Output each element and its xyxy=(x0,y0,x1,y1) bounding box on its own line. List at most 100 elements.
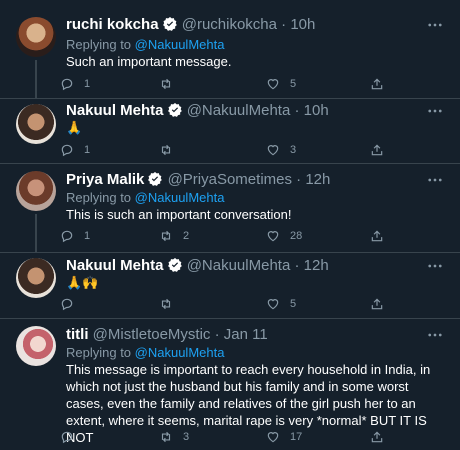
display-name[interactable]: titli xyxy=(66,326,89,343)
reply-button[interactable]: 1 xyxy=(60,226,90,246)
user-handle[interactable]: @MistletoeMystic xyxy=(93,326,211,343)
more-options-icon[interactable] xyxy=(426,16,444,34)
reply-icon xyxy=(61,230,73,243)
replying-label: Replying to xyxy=(66,190,135,205)
tweet-actions: 3 17 xyxy=(60,427,400,447)
retweet-icon xyxy=(161,298,171,310)
avatar[interactable] xyxy=(16,326,56,366)
retweet-button[interactable]: 2 xyxy=(159,226,189,246)
separator: · xyxy=(290,257,304,274)
divider xyxy=(0,318,460,319)
tweet-text: This is such an important conversation! xyxy=(66,207,292,222)
heart-icon xyxy=(267,299,279,310)
share-icon xyxy=(371,78,383,90)
avatar[interactable] xyxy=(16,104,56,144)
divider xyxy=(0,252,460,253)
retweet-button[interactable] xyxy=(159,294,183,314)
tweet-thread: ruchi kokcha @ruchikokcha · 10h Replying… xyxy=(0,0,460,450)
timestamp[interactable]: 10h xyxy=(304,102,329,119)
retweet-count: 2 xyxy=(183,230,190,242)
more-options-icon[interactable] xyxy=(426,171,444,189)
like-count: 5 xyxy=(290,298,297,310)
avatar[interactable] xyxy=(16,171,56,211)
tweet-header: ruchi kokcha @ruchikokcha · 10h xyxy=(66,16,315,37)
mention-link[interactable]: @NakuulMehta xyxy=(135,190,225,205)
timestamp[interactable]: Jan 11 xyxy=(224,326,268,343)
heart-icon xyxy=(267,145,279,156)
replying-to: Replying to @NakuulMehta xyxy=(66,37,224,53)
replying-label: Replying to xyxy=(66,37,135,52)
display-name[interactable]: Nakuul Mehta xyxy=(66,257,164,274)
heart-icon xyxy=(267,79,279,90)
more-options-icon[interactable] xyxy=(426,326,444,344)
mention-link[interactable]: @NakuulMehta xyxy=(135,37,225,52)
reply-icon xyxy=(61,78,73,91)
share-button[interactable] xyxy=(370,74,384,94)
heart-icon xyxy=(267,231,279,242)
share-icon xyxy=(371,230,383,242)
verified-badge-icon xyxy=(147,171,163,192)
tweet-actions: 1 2 28 xyxy=(60,226,400,246)
tweet-actions: 5 xyxy=(60,294,400,314)
reply-icon xyxy=(61,431,73,444)
tweet-header: Priya Malik @PriyaSometimes · 12h xyxy=(66,171,330,192)
replying-label: Replying to xyxy=(66,345,135,360)
retweet-icon xyxy=(161,144,171,156)
like-button[interactable]: 17 xyxy=(266,427,302,447)
retweet-icon xyxy=(161,78,171,90)
mention-link[interactable]: @NakuulMehta xyxy=(135,345,225,360)
replying-to: Replying to @NakuulMehta xyxy=(66,190,224,206)
tweet-text: 🙏🙌 xyxy=(66,275,99,290)
timestamp[interactable]: 10h xyxy=(290,16,315,33)
retweet-icon xyxy=(161,230,171,242)
divider xyxy=(0,98,460,99)
timestamp[interactable]: 12h xyxy=(304,257,329,274)
thread-connector xyxy=(35,60,37,98)
share-icon xyxy=(371,298,383,310)
retweet-count: 3 xyxy=(183,431,190,443)
reply-icon xyxy=(61,144,73,157)
verified-badge-icon xyxy=(162,16,178,37)
reply-button[interactable] xyxy=(60,427,84,447)
like-count: 5 xyxy=(290,78,297,90)
thread-connector xyxy=(35,214,37,252)
replying-to: Replying to @NakuulMehta xyxy=(66,345,224,361)
like-count: 17 xyxy=(290,431,303,443)
share-button[interactable] xyxy=(370,294,384,314)
share-button[interactable] xyxy=(370,140,384,160)
reply-count: 1 xyxy=(84,230,91,242)
reply-icon xyxy=(61,298,73,311)
retweet-button[interactable]: 3 xyxy=(159,427,189,447)
share-icon xyxy=(371,431,383,443)
separator: · xyxy=(210,326,224,343)
retweet-button[interactable] xyxy=(159,74,183,94)
retweet-button[interactable] xyxy=(159,140,183,160)
user-handle[interactable]: @ruchikokcha xyxy=(182,16,277,33)
user-handle[interactable]: @NakuulMehta xyxy=(187,102,291,119)
tweet-actions: 1 3 xyxy=(60,140,400,160)
user-handle[interactable]: @NakuulMehta xyxy=(187,257,291,274)
more-options-icon[interactable] xyxy=(426,102,444,120)
like-count: 3 xyxy=(290,144,297,156)
reply-button[interactable] xyxy=(60,294,84,314)
like-button[interactable]: 5 xyxy=(266,74,296,94)
share-button[interactable] xyxy=(370,226,384,246)
share-icon xyxy=(371,144,383,156)
display-name[interactable]: ruchi kokcha xyxy=(66,16,159,33)
reply-button[interactable]: 1 xyxy=(60,140,90,160)
display-name[interactable]: Priya Malik xyxy=(66,171,144,188)
user-handle[interactable]: @PriyaSometimes xyxy=(168,171,292,188)
more-options-icon[interactable] xyxy=(426,257,444,275)
like-button[interactable]: 28 xyxy=(266,226,302,246)
separator: · xyxy=(290,102,304,119)
like-button[interactable]: 5 xyxy=(266,294,296,314)
like-button[interactable]: 3 xyxy=(266,140,296,160)
separator: · xyxy=(277,16,291,33)
reply-button[interactable]: 1 xyxy=(60,74,90,94)
timestamp[interactable]: 12h xyxy=(305,171,330,188)
tweet-text: Such an important message. xyxy=(66,54,232,69)
avatar[interactable] xyxy=(16,17,56,57)
avatar[interactable] xyxy=(16,258,56,298)
display-name[interactable]: Nakuul Mehta xyxy=(66,102,164,119)
share-button[interactable] xyxy=(370,427,384,447)
